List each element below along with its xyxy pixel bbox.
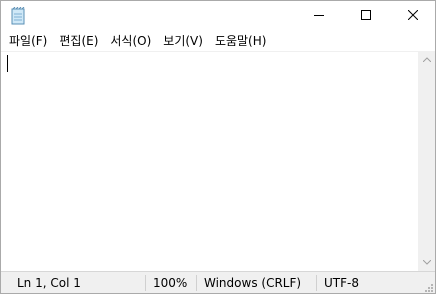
maximize-icon	[361, 9, 371, 23]
status-bar: Ln 1, Col 1 100% Windows (CRLF) UTF-8	[1, 271, 435, 293]
notepad-icon	[10, 6, 26, 25]
vertical-scrollbar[interactable]	[418, 51, 435, 271]
menu-bar: 파일(F) 편집(E) 서식(O) 보기(V) 도움말(H)	[1, 31, 435, 51]
status-divider	[316, 275, 317, 291]
notepad-window: 파일(F) 편집(E) 서식(O) 보기(V) 도움말(H) Ln 1, Col…	[0, 0, 436, 294]
resize-grip-icon[interactable]	[423, 281, 433, 292]
close-button[interactable]	[390, 1, 436, 31]
menu-help[interactable]: 도움말(H)	[209, 31, 273, 51]
status-divider	[196, 275, 197, 291]
menu-file[interactable]: 파일(F)	[3, 31, 53, 51]
cursor-position: Ln 1, Col 1	[17, 276, 81, 290]
line-ending: Windows (CRLF)	[204, 276, 302, 290]
encoding: UTF-8	[324, 276, 359, 290]
scroll-up-icon[interactable]	[418, 51, 435, 68]
text-editor[interactable]	[1, 51, 418, 271]
title-bar[interactable]	[1, 1, 435, 31]
menu-edit[interactable]: 편집(E)	[53, 31, 104, 51]
minimize-button[interactable]	[296, 1, 342, 31]
text-caret	[7, 55, 8, 72]
close-icon	[407, 9, 419, 23]
status-divider	[145, 275, 146, 291]
scroll-down-icon[interactable]	[418, 254, 435, 271]
menu-view[interactable]: 보기(V)	[157, 31, 209, 51]
maximize-button[interactable]	[343, 1, 389, 31]
zoom-level: 100%	[153, 276, 188, 290]
menu-format[interactable]: 서식(O)	[104, 31, 157, 51]
minimize-icon	[314, 9, 324, 23]
